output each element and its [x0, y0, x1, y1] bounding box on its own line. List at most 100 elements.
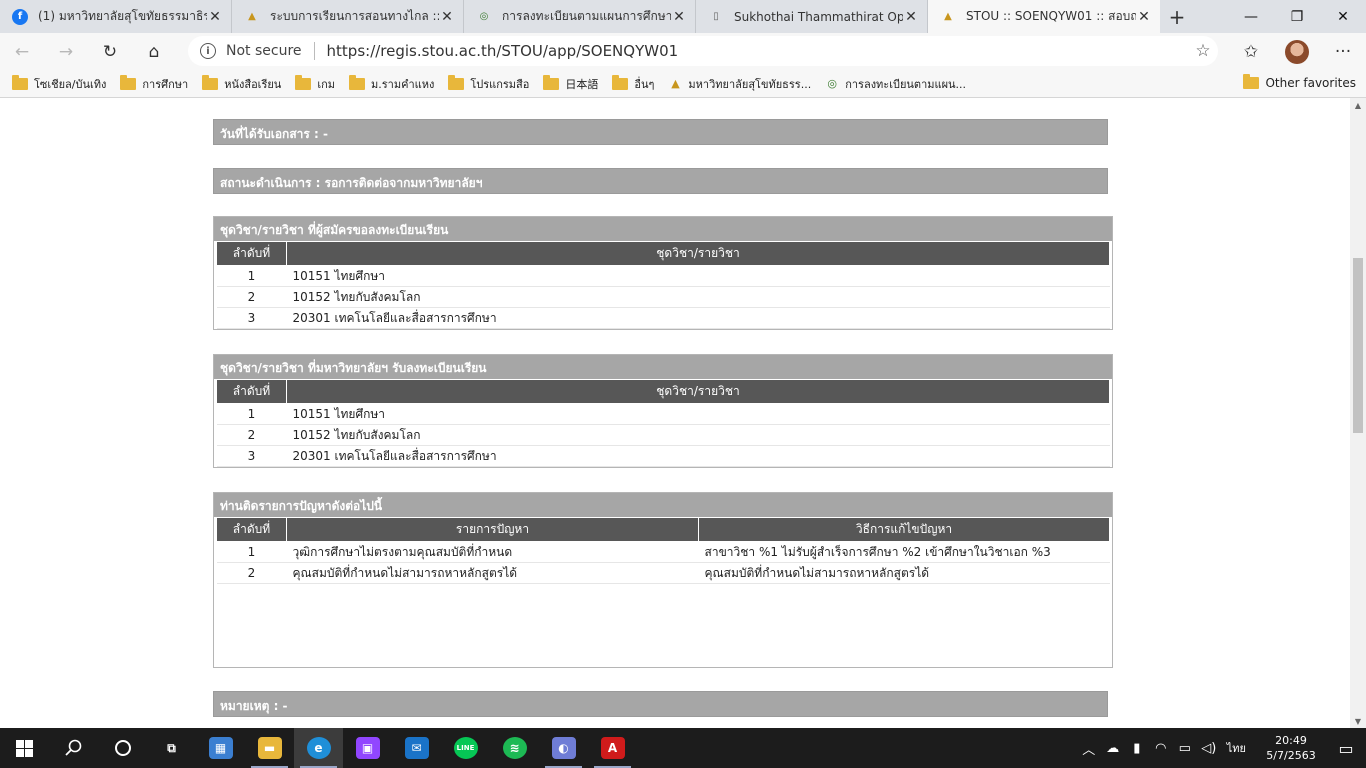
favorite-item[interactable]: เกม	[295, 74, 335, 93]
circle-icon	[114, 740, 131, 756]
favorite-item[interactable]: โซเชียล/บันเทิง	[12, 74, 106, 93]
notification-icon[interactable]: ▭	[1326, 728, 1366, 768]
favorites-list-icon[interactable]: ✩	[1228, 33, 1274, 70]
minimize-icon[interactable]: —	[1228, 0, 1274, 33]
close-tab-icon[interactable]: ✕	[1136, 9, 1152, 25]
microphone-icon[interactable]: ▮	[1125, 741, 1149, 756]
restore-icon[interactable]: ❐	[1274, 0, 1320, 33]
favorite-item[interactable]: โปรแกรมสือ	[448, 74, 530, 93]
volume-icon[interactable]: ◁)	[1197, 741, 1221, 756]
windows-taskbar: ⧉ ▦ ▬ e ▣ ✉ LINE ≋ ◐ A ︿ ☁ ▮ ◠ ▭ ◁) ไทย 20:49 5/7…	[0, 728, 1366, 768]
row-number: 2	[216, 562, 287, 584]
applied-courses-title: ชุดวิชา/รายวิชา ที่ผู้สมัครขอลงทะเบียนเร…	[214, 217, 1112, 241]
clock[interactable]: 20:49 5/7/2563	[1256, 733, 1326, 763]
home-icon[interactable]: ⌂	[132, 33, 176, 70]
table-cell: สาขาวิชา %1 ไม่รับผู้สำเร็จการศึกษา %2 เ…	[698, 541, 1110, 563]
column-header: รายการปัญหา	[286, 517, 699, 542]
more-menu-icon[interactable]: ···	[1320, 33, 1366, 70]
table-cell: 10152 ไทยกับสังคมโลก	[286, 424, 1110, 446]
favorites-bar: โซเชียล/บันเทิง การศึกษา หนังสือเรียน เกม ม.…	[0, 70, 1366, 98]
problems-rows: 1 วุฒิการศึกษาไม่ตรงตามคุณสมบัติที่กำหนดส…	[216, 541, 1110, 584]
favorite-label: โปรแกรมสือ	[470, 77, 530, 91]
app-glyph: ▬	[257, 737, 282, 759]
table-row: 1 10151 ไทยศึกษา	[216, 403, 1110, 425]
info-icon[interactable]: i	[200, 43, 216, 59]
profile-avatar[interactable]	[1274, 33, 1320, 70]
back-icon[interactable]: ←	[0, 33, 44, 70]
edge-icon[interactable]: e	[294, 728, 343, 768]
scroll-up-icon[interactable]: ▲	[1350, 98, 1366, 112]
problems-table: ลำดับที่ รายการปัญหา วิธีการแก้ไขปัญหา 1…	[216, 517, 1110, 584]
window-controls: — ❐ ✕	[1228, 0, 1366, 33]
control-panel-icon[interactable]: ▦	[196, 728, 245, 768]
task-view-icon[interactable]: ⧉	[147, 728, 196, 768]
url-text[interactable]: https://regis.stou.ac.th/STOU/app/SOENQY…	[327, 42, 1188, 60]
tab-title: การลงทะเบียนตามแผนการศึกษา มห	[502, 9, 671, 23]
other-favorites[interactable]: Other favorites	[1243, 74, 1356, 90]
onedrive-icon[interactable]: ☁	[1101, 741, 1125, 756]
applied-courses-table: ลำดับที่ ชุดวิชา/รายวิชา 1 10151 ไทยศึกษา…	[216, 241, 1110, 329]
battery-icon[interactable]: ▭	[1173, 741, 1197, 756]
favorite-label: 日本語	[565, 77, 599, 91]
windows-logo-icon	[16, 739, 33, 757]
close-tab-icon[interactable]: ✕	[439, 9, 455, 25]
close-tab-icon[interactable]: ✕	[903, 9, 919, 25]
taskbar-apps: ⧉ ▦ ▬ e ▣ ✉ LINE ≋ ◐ A	[147, 728, 637, 768]
security-label[interactable]: Not secure	[226, 43, 302, 59]
app-glyph: ▦	[208, 737, 233, 759]
refresh-icon[interactable]: ↻	[88, 33, 132, 70]
accepted-courses-title: ชุดวิชา/รายวิชา ที่มหาวิทยาลัยฯ รับลงทะเ…	[214, 355, 1112, 379]
wifi-icon[interactable]: ◠	[1149, 741, 1173, 756]
acrobat-icon[interactable]: A	[588, 728, 637, 768]
scroll-down-icon[interactable]: ▼	[1350, 714, 1366, 728]
vertical-scrollbar[interactable]: ▲ ▼	[1350, 98, 1366, 728]
favorite-item[interactable]: ◎ การลงทะเบียนตามแผน...	[825, 75, 966, 93]
close-tab-icon[interactable]: ✕	[207, 9, 223, 25]
table-cell: 20301 เทคโนโลยีและสื่อสารการศึกษา	[286, 445, 1110, 467]
column-header: ชุดวิชา/รายวิชา	[286, 379, 1110, 404]
document-icon: ▯	[713, 11, 719, 22]
close-tab-icon[interactable]: ✕	[671, 9, 687, 25]
new-tab-button[interactable]: +	[1160, 0, 1194, 33]
favorite-star-icon[interactable]: ☆	[1188, 41, 1218, 61]
tab-title: STOU :: SOENQYW01 :: สอบถาม	[966, 9, 1136, 23]
file-explorer-icon[interactable]: ▬	[245, 728, 294, 768]
spotify-icon[interactable]: ≋	[490, 728, 539, 768]
start-button[interactable]	[0, 728, 49, 768]
folder-icon	[349, 74, 365, 90]
favorite-label: มหาวิทยาลัยสุโขทัยธรร...	[688, 77, 812, 91]
forward-icon[interactable]: →	[44, 33, 88, 70]
input-language[interactable]: ไทย	[1227, 739, 1246, 757]
close-window-icon[interactable]: ✕	[1320, 0, 1366, 33]
favorite-item[interactable]: ▲ มหาวิทยาลัยสุโขทัยธรร...	[668, 75, 811, 93]
favorite-item[interactable]: หนังสือเรียน	[202, 74, 281, 93]
row-number: 1	[216, 403, 287, 425]
favorite-item[interactable]: 日本語	[543, 74, 599, 92]
page-content: วันที่ได้รับเอกสาร : - สถานะดำเนินการ : …	[0, 98, 1350, 728]
favorite-label: ม.รามคำแหง	[371, 77, 435, 91]
toolbar-right: ✩ ···	[1228, 33, 1366, 70]
line-icon[interactable]: LINE	[441, 728, 490, 768]
mail-icon[interactable]: ✉	[392, 728, 441, 768]
browser-tab[interactable]: ◎ การลงทะเบียนตามแผนการศึกษา มห✕	[464, 0, 696, 33]
system-tray: ︿ ☁ ▮ ◠ ▭ ◁) ไทย 20:49 5/7/2563 ▭	[1077, 728, 1366, 768]
browser-tab[interactable]: f (1) มหาวิทยาลัยสุโขทัยธรรมาธิราช (✕	[0, 0, 232, 33]
favorite-item[interactable]: การศึกษา	[120, 74, 188, 93]
browser-tab[interactable]: ▲ ระบบการเรียนการสอนทางไกล :: มห✕	[232, 0, 464, 33]
twitch-icon[interactable]: ▣	[343, 728, 392, 768]
folder-icon	[543, 74, 560, 90]
cortana-icon[interactable]	[98, 728, 147, 768]
favorite-item[interactable]: ม.รามคำแหง	[349, 74, 435, 93]
search-icon[interactable]	[49, 728, 98, 768]
folder-icon	[612, 74, 629, 90]
scroll-thumb[interactable]	[1353, 258, 1363, 433]
browser-tab[interactable]: ▯ Sukhothai Thammathirat Open ✕	[696, 0, 928, 33]
favorite-item[interactable]: อื่นๆ	[612, 74, 654, 93]
folder-icon	[295, 74, 312, 90]
folder-icon	[12, 74, 28, 90]
show-hidden-icons-icon[interactable]: ︿	[1077, 739, 1101, 758]
row-number: 3	[216, 445, 287, 467]
discord-icon[interactable]: ◐	[539, 728, 588, 768]
browser-tab[interactable]: ▲ STOU :: SOENQYW01 :: สอบถาม ✕	[928, 0, 1160, 33]
address-bar[interactable]: i Not secure https://regis.stou.ac.th/ST…	[188, 36, 1218, 66]
